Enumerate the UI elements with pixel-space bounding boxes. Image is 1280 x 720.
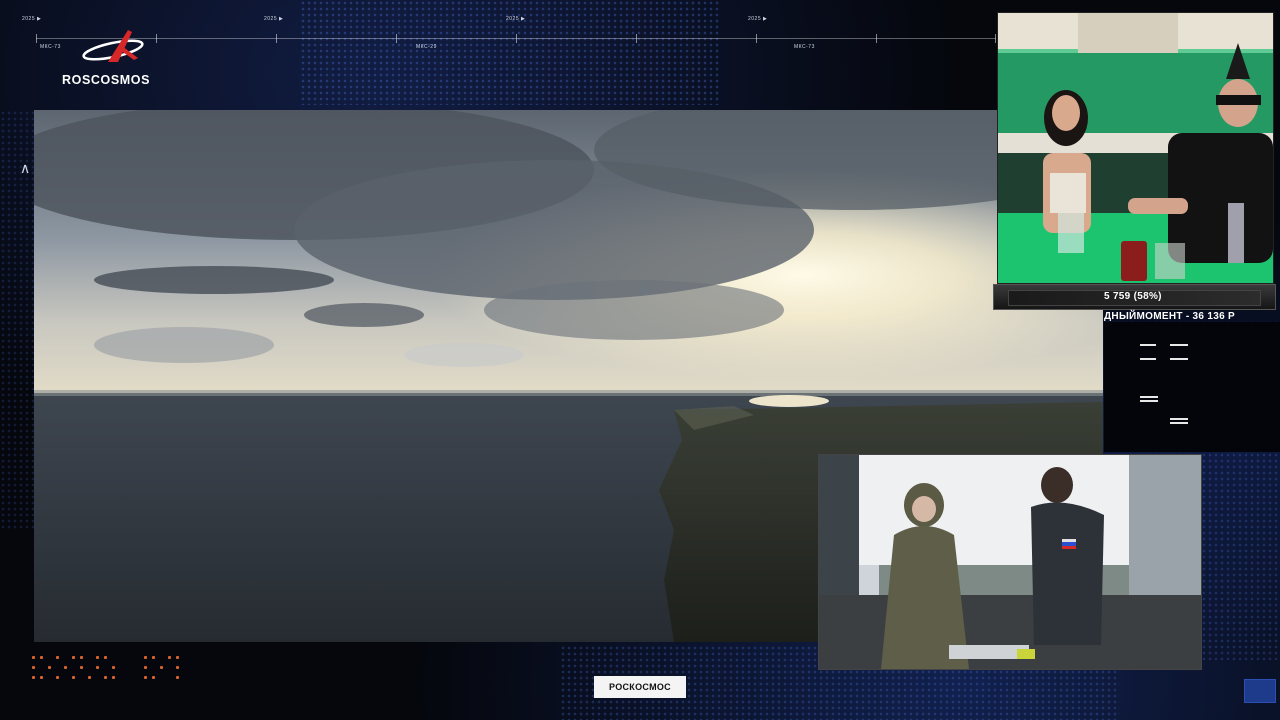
panel-dash (1170, 344, 1188, 346)
panel-dash (1140, 400, 1158, 402)
timeline-tick (516, 34, 517, 43)
timeline-label: МКС-73 (794, 44, 815, 50)
streamer-webcam[interactable] (997, 12, 1274, 284)
timeline-tick (756, 34, 757, 43)
roscosmos-logo: ROSCOSMOS (58, 26, 178, 90)
corner-channel-logo (1244, 679, 1276, 703)
panel-dash (1170, 418, 1188, 420)
donation-message: ДНЫЙМОМЕНТ - 36 136 Р (1104, 311, 1235, 322)
timeline-mark: 2025 ▶ (506, 16, 526, 22)
timeline-tick (995, 34, 996, 43)
donation-progress-text: 5 759 (58%) (1104, 291, 1162, 302)
pip-video-feed[interactable] (818, 454, 1202, 670)
timeline-mark: 2025 ▶ (264, 16, 284, 22)
panel-dash (1140, 344, 1156, 346)
timeline-tick (396, 34, 397, 43)
chevron-up-icon[interactable]: ∧ (20, 160, 30, 177)
webcam-image (998, 13, 1273, 283)
panel-dash (1140, 358, 1156, 360)
mission-timeline: 2025 ▶ 2025 ▶ 2025 ▶ 2025 ▶ МКС-73 МКС-2… (22, 16, 996, 58)
timeline-mark: 2025 ▶ (22, 16, 42, 22)
roscosmos-channel-label: РОСКОСМОС (594, 676, 686, 698)
timeline-label: МКС-29 (416, 44, 437, 50)
pip-image (819, 455, 1201, 669)
panel-dash (1170, 422, 1188, 424)
timeline-tick (276, 34, 277, 43)
timeline-mark: 2025 ▶ (748, 16, 768, 22)
panel-dash (1170, 358, 1188, 360)
timeline-tick (36, 34, 37, 43)
panel-dash (1140, 396, 1158, 398)
timeline-tick (876, 34, 877, 43)
logo-text: ROSCOSMOS (62, 73, 151, 87)
decorative-orange-dots (32, 656, 192, 686)
side-info-panel (1104, 322, 1280, 452)
timeline-tick (636, 34, 637, 43)
roscosmos-logo-icon (82, 30, 144, 62)
